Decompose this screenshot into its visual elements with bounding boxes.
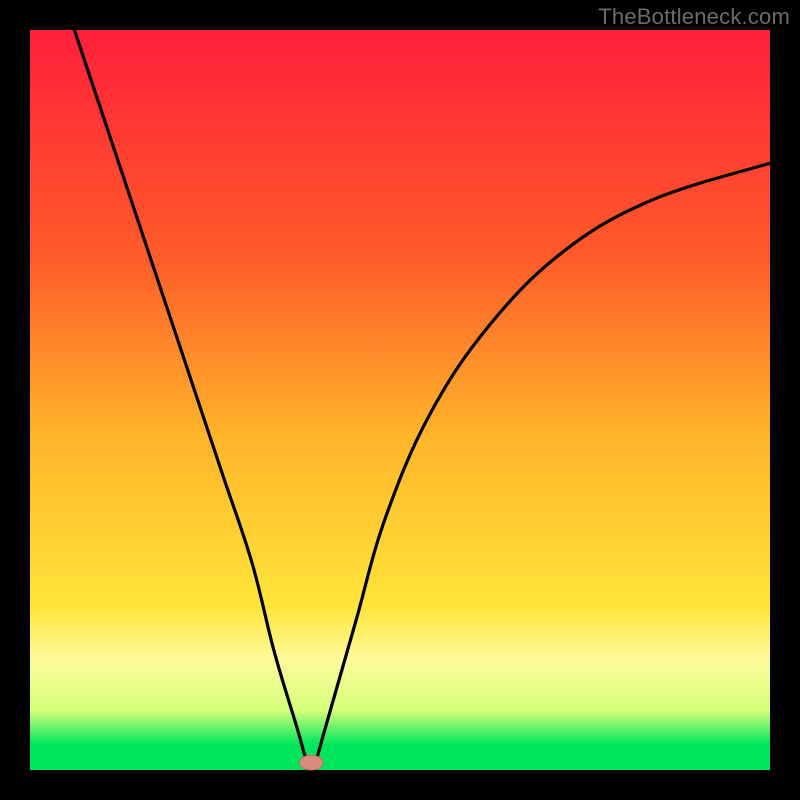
optimal-point-marker [299, 755, 323, 770]
plot-background [30, 30, 770, 770]
bottleneck-chart [0, 0, 800, 800]
chart-frame: { "watermark": "TheBottleneck.com", "col… [0, 0, 800, 800]
